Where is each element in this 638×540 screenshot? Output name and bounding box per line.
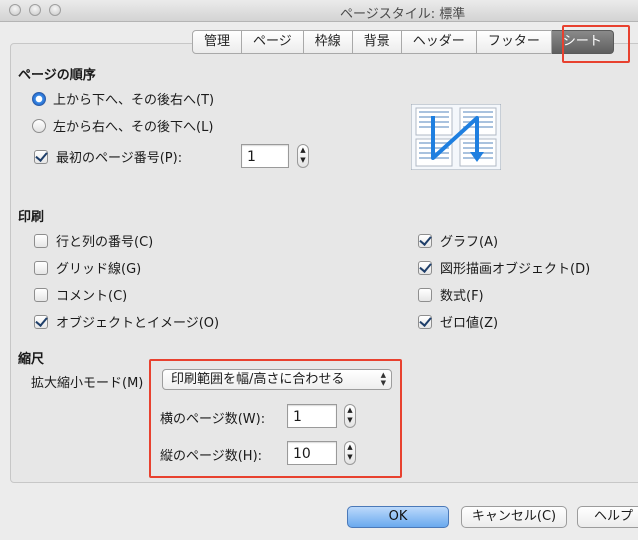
- print-item-objects[interactable]: オブジェクトとイメージ(O): [34, 312, 219, 331]
- tab-borders[interactable]: 枠線: [303, 30, 353, 54]
- page-order-preview-icon: [411, 104, 501, 170]
- print-zero-values-checkbox[interactable]: [418, 314, 432, 329]
- print-drawing-objects-checkbox[interactable]: [418, 260, 432, 275]
- print-item-zero-values[interactable]: ゼロ値(Z): [418, 312, 498, 331]
- tab-page[interactable]: ページ: [242, 30, 304, 54]
- radio-left-right[interactable]: [32, 118, 46, 133]
- scale-mode-label: 拡大縮小モード(M): [31, 376, 144, 391]
- print-heading: 印刷: [18, 210, 45, 225]
- first-page-number-input[interactable]: 1: [241, 144, 289, 168]
- minimize-window-button[interactable]: [29, 4, 41, 16]
- print-objects-label: オブジェクトとイメージ(O): [56, 316, 220, 331]
- first-page-number-label: 最初のページ番号(P):: [56, 151, 183, 166]
- print-comments-checkbox[interactable]: [34, 287, 48, 302]
- radio-top-down-row[interactable]: 上から下へ、その後右へ(T): [32, 89, 214, 108]
- print-charts-label: グラフ(A): [440, 235, 499, 250]
- tab-organizer[interactable]: 管理: [192, 30, 243, 54]
- first-page-number-checkbox[interactable]: [34, 149, 48, 164]
- title-bar: ページスタイル: 標準: [0, 0, 638, 22]
- cancel-button[interactable]: キャンセル(C): [461, 506, 567, 528]
- ok-button[interactable]: OK: [347, 506, 449, 528]
- radio-left-right-label: 左から右へ、その後下へ(L): [53, 120, 214, 135]
- scale-heading: 縮尺: [18, 352, 45, 367]
- tab-footer[interactable]: フッター: [476, 30, 552, 54]
- tab-header[interactable]: ヘッダー: [401, 30, 477, 54]
- close-window-button[interactable]: [9, 4, 21, 16]
- print-zero-values-label: ゼロ値(Z): [440, 316, 499, 331]
- sheet-tab-highlight: [562, 25, 630, 63]
- radio-top-down-label: 上から下へ、その後右へ(T): [53, 93, 215, 108]
- first-page-number-stepper[interactable]: ▲ ▼: [297, 144, 309, 168]
- print-formulas-checkbox[interactable]: [418, 287, 432, 302]
- print-item-comments[interactable]: コメント(C): [34, 285, 127, 304]
- print-charts-checkbox[interactable]: [418, 233, 432, 248]
- radio-top-down[interactable]: [32, 91, 46, 106]
- print-grid-label: グリッド線(G): [56, 262, 142, 277]
- print-row-col-headers-checkbox[interactable]: [34, 233, 48, 248]
- print-item-drawing-objects[interactable]: 図形描画オブジェクト(D): [418, 258, 590, 277]
- tab-bar: 管理 ページ 枠線 背景 ヘッダー フッター シート: [192, 30, 614, 54]
- print-objects-checkbox[interactable]: [34, 314, 48, 329]
- print-item-formulas[interactable]: 数式(F): [418, 285, 484, 304]
- page-order-heading: ページの順序: [18, 68, 96, 83]
- tab-background[interactable]: 背景: [352, 30, 402, 54]
- print-item-row-col-headers[interactable]: 行と列の番号(C): [34, 231, 153, 250]
- print-item-grid[interactable]: グリッド線(G): [34, 258, 141, 277]
- help-button[interactable]: ヘルプ: [577, 506, 638, 528]
- print-row-col-headers-label: 行と列の番号(C): [56, 235, 154, 250]
- scale-highlight: [149, 359, 402, 478]
- print-formulas-label: 数式(F): [440, 289, 484, 304]
- print-drawing-objects-label: 図形描画オブジェクト(D): [440, 262, 591, 277]
- print-grid-checkbox[interactable]: [34, 260, 48, 275]
- radio-left-right-row[interactable]: 左から右へ、その後下へ(L): [32, 116, 213, 135]
- window-title: ページスタイル: 標準: [340, 7, 466, 22]
- print-comments-label: コメント(C): [56, 289, 128, 304]
- zoom-window-button[interactable]: [49, 4, 61, 16]
- print-item-charts[interactable]: グラフ(A): [418, 231, 498, 250]
- first-page-number-row[interactable]: 最初のページ番号(P):: [34, 147, 182, 166]
